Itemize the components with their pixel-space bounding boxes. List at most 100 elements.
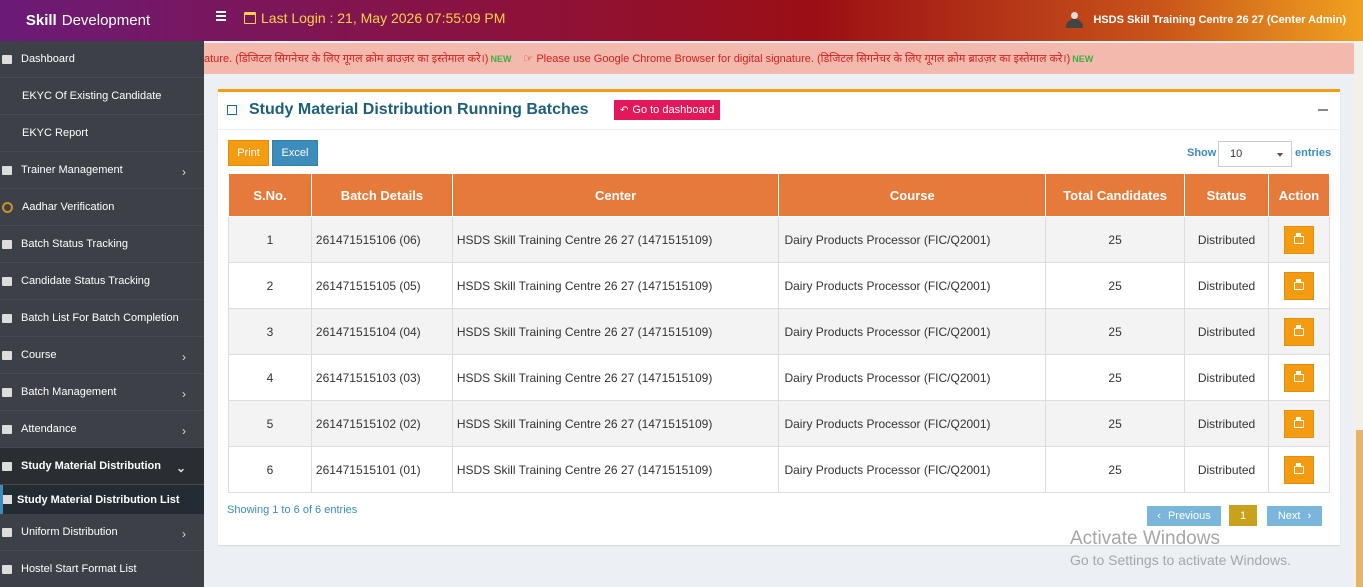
print-row-button[interactable]	[1284, 409, 1314, 438]
cell-center: HSDS Skill Training Centre 26 27 (147151…	[451, 308, 780, 355]
list-icon	[2, 276, 12, 286]
panel-header: Study Material Distribution Running Batc…	[218, 92, 1340, 130]
edit-icon	[2, 387, 12, 397]
printer-icon	[1294, 324, 1304, 336]
printer-icon	[1294, 232, 1304, 244]
cell-sno: 2	[228, 262, 312, 309]
collapse-icon[interactable]	[1318, 109, 1328, 111]
next-page-button[interactable]: Next ›	[1267, 506, 1322, 526]
brand-logo[interactable]: Skill Development	[0, 0, 204, 41]
cell-total: 25	[1045, 400, 1186, 447]
chevron-right-icon: ›	[182, 527, 186, 541]
sidebar-item-attendance[interactable]: Attendance ›	[0, 411, 204, 448]
sidebar-item-study-material[interactable]: Study Material Distribution ⌄	[0, 448, 204, 485]
cell-sno: 6	[228, 446, 312, 493]
cell-action	[1268, 446, 1330, 493]
sidebar-item-trainer-management[interactable]: Trainer Management ›	[0, 152, 204, 189]
print-row-button[interactable]	[1284, 317, 1314, 346]
sidebar-item-label: Batch Management	[21, 386, 117, 398]
show-label: Show	[1187, 147, 1217, 159]
cell-course: Dairy Products Processor (FIC/Q2001)	[778, 216, 1047, 263]
reply-arrow-icon: ↶	[620, 104, 629, 116]
cell-center: HSDS Skill Training Centre 26 27 (147151…	[451, 446, 780, 493]
printer-icon	[1294, 370, 1304, 382]
calendar-icon	[244, 12, 256, 24]
column-header[interactable]: S.No.	[228, 173, 312, 217]
user-name: HSDS Skill Training Centre 26 27 (Center…	[1093, 14, 1346, 26]
column-header[interactable]: Batch Details	[310, 173, 453, 217]
print-row-button[interactable]	[1284, 225, 1314, 254]
user-avatar-icon	[1063, 12, 1085, 28]
sidebar-item-batch-management[interactable]: Batch Management ›	[0, 374, 204, 411]
user-menu[interactable]: HSDS Skill Training Centre 26 27 (Center…	[1063, 12, 1346, 28]
previous-page-button[interactable]: ‹ Previous	[1147, 506, 1221, 526]
cell-course: Dairy Products Processor (FIC/Q2001)	[778, 262, 1047, 309]
notice-marquee: ature. (डिजिटल सिगनेचर के लिए गूगल क्रोम…	[204, 43, 1354, 74]
column-header[interactable]: Center	[451, 173, 780, 217]
sidebar-item-label: Aadhar Verification	[22, 201, 115, 213]
entries-select[interactable]: 10	[1218, 141, 1292, 167]
sidebar-item-label: EKYC Report	[22, 127, 89, 139]
sidebar-subitem-label: Study Material Distribution List	[17, 493, 180, 506]
go-to-dashboard-label: Go to dashboard	[632, 104, 715, 116]
table-row: 6 261471515101 (01) HSDS Skill Training …	[228, 446, 1330, 493]
sidebar-item-label: Trainer Management	[21, 164, 123, 176]
top-navbar: Skill Development Last Login : 21, May 2…	[0, 0, 1363, 41]
cell-course: Dairy Products Processor (FIC/Q2001)	[778, 446, 1047, 493]
sidebar-item-label: Hostel Start Format List	[21, 563, 137, 575]
cell-status: Distributed	[1184, 262, 1269, 309]
print-row-button[interactable]	[1284, 363, 1314, 392]
sidebar-item-batch-list-completion[interactable]: Batch List For Batch Completion	[0, 300, 204, 337]
print-row-button[interactable]	[1284, 455, 1314, 484]
cell-total: 25	[1045, 262, 1186, 309]
sidebar-item-candidate-status-tracking[interactable]: Candidate Status Tracking	[0, 263, 204, 300]
chevron-right-icon: ›	[1307, 510, 1312, 522]
sidebar-item-label: Dashboard	[21, 53, 75, 65]
column-header[interactable]: Course	[778, 173, 1047, 217]
cell-batch: 261471515101 (01)	[310, 446, 453, 493]
cell-total: 25	[1045, 446, 1186, 493]
excel-button[interactable]: Excel	[272, 140, 318, 166]
new-badge: NEW	[1072, 53, 1094, 64]
column-header[interactable]: Action	[1268, 173, 1330, 217]
blank-icon	[2, 129, 12, 138]
notice-text: ature. (डिजिटल सिगनेचर के लिए गूगल क्रोम…	[204, 53, 489, 65]
cell-batch: 261471515104 (04)	[310, 308, 453, 355]
sidebar-item-batch-status-tracking[interactable]: Batch Status Tracking	[0, 226, 204, 263]
sidebar-item-ekyc-report[interactable]: EKYC Report	[0, 115, 204, 152]
column-header[interactable]: Status	[1184, 173, 1269, 217]
menu-toggle-icon[interactable]	[216, 11, 226, 21]
go-to-dashboard-button[interactable]: ↶ Go to dashboard	[614, 100, 721, 120]
column-header[interactable]: Total Candidates	[1045, 173, 1186, 217]
table-info: Showing 1 to 6 of 6 entries	[227, 504, 358, 516]
sidebar-item-course[interactable]: Course ›	[0, 337, 204, 374]
entries-label: entries	[1295, 147, 1332, 159]
page-1-button[interactable]: 1	[1229, 505, 1257, 526]
sidebar-item-label: Study Material Distribution	[21, 460, 161, 472]
cell-course: Dairy Products Processor (FIC/Q2001)	[778, 354, 1047, 401]
sidebar-item-label: Uniform Distribution	[21, 526, 118, 538]
cell-course: Dairy Products Processor (FIC/Q2001)	[778, 308, 1047, 355]
sidebar-item-uniform-distribution[interactable]: Uniform Distribution ›	[0, 514, 204, 551]
page-scrollbar-thumb[interactable]	[1356, 430, 1363, 587]
table-row: 1 261471515106 (06) HSDS Skill Training …	[228, 216, 1330, 263]
cell-center: HSDS Skill Training Centre 26 27 (147151…	[451, 400, 780, 447]
table-row: 3 261471515104 (04) HSDS Skill Training …	[228, 308, 1330, 355]
print-button[interactable]: Print	[228, 140, 269, 166]
chevron-right-icon: ›	[182, 350, 186, 364]
print-row-button[interactable]	[1284, 271, 1314, 300]
chevron-right-icon: ›	[182, 387, 186, 401]
sidebar-item-hostel-start-format[interactable]: Hostel Start Format List	[0, 551, 204, 587]
hand-pointer-icon: ☞	[523, 53, 534, 65]
windows-activation-watermark: Activate Windows Go to Settings to activ…	[1070, 528, 1291, 568]
table-row: 5 261471515102 (02) HSDS Skill Training …	[228, 400, 1330, 447]
sidebar-item-label: Batch Status Tracking	[21, 238, 128, 250]
sidebar-item-ekyc-existing[interactable]: EKYC Of Existing Candidate	[0, 78, 204, 115]
chevron-left-icon: ‹	[1157, 510, 1161, 522]
cell-total: 25	[1045, 354, 1186, 401]
sidebar-item-aadhar-verification[interactable]: Aadhar Verification	[0, 189, 204, 226]
sidebar-item-label: Batch List For Batch Completion	[21, 312, 179, 324]
batches-table: S.No. Batch Details Center Course Total …	[228, 173, 1330, 493]
sidebar-subitem-study-material-list[interactable]: Study Material Distribution List	[0, 485, 204, 514]
sidebar-item-dashboard[interactable]: Dashboard	[0, 41, 204, 78]
